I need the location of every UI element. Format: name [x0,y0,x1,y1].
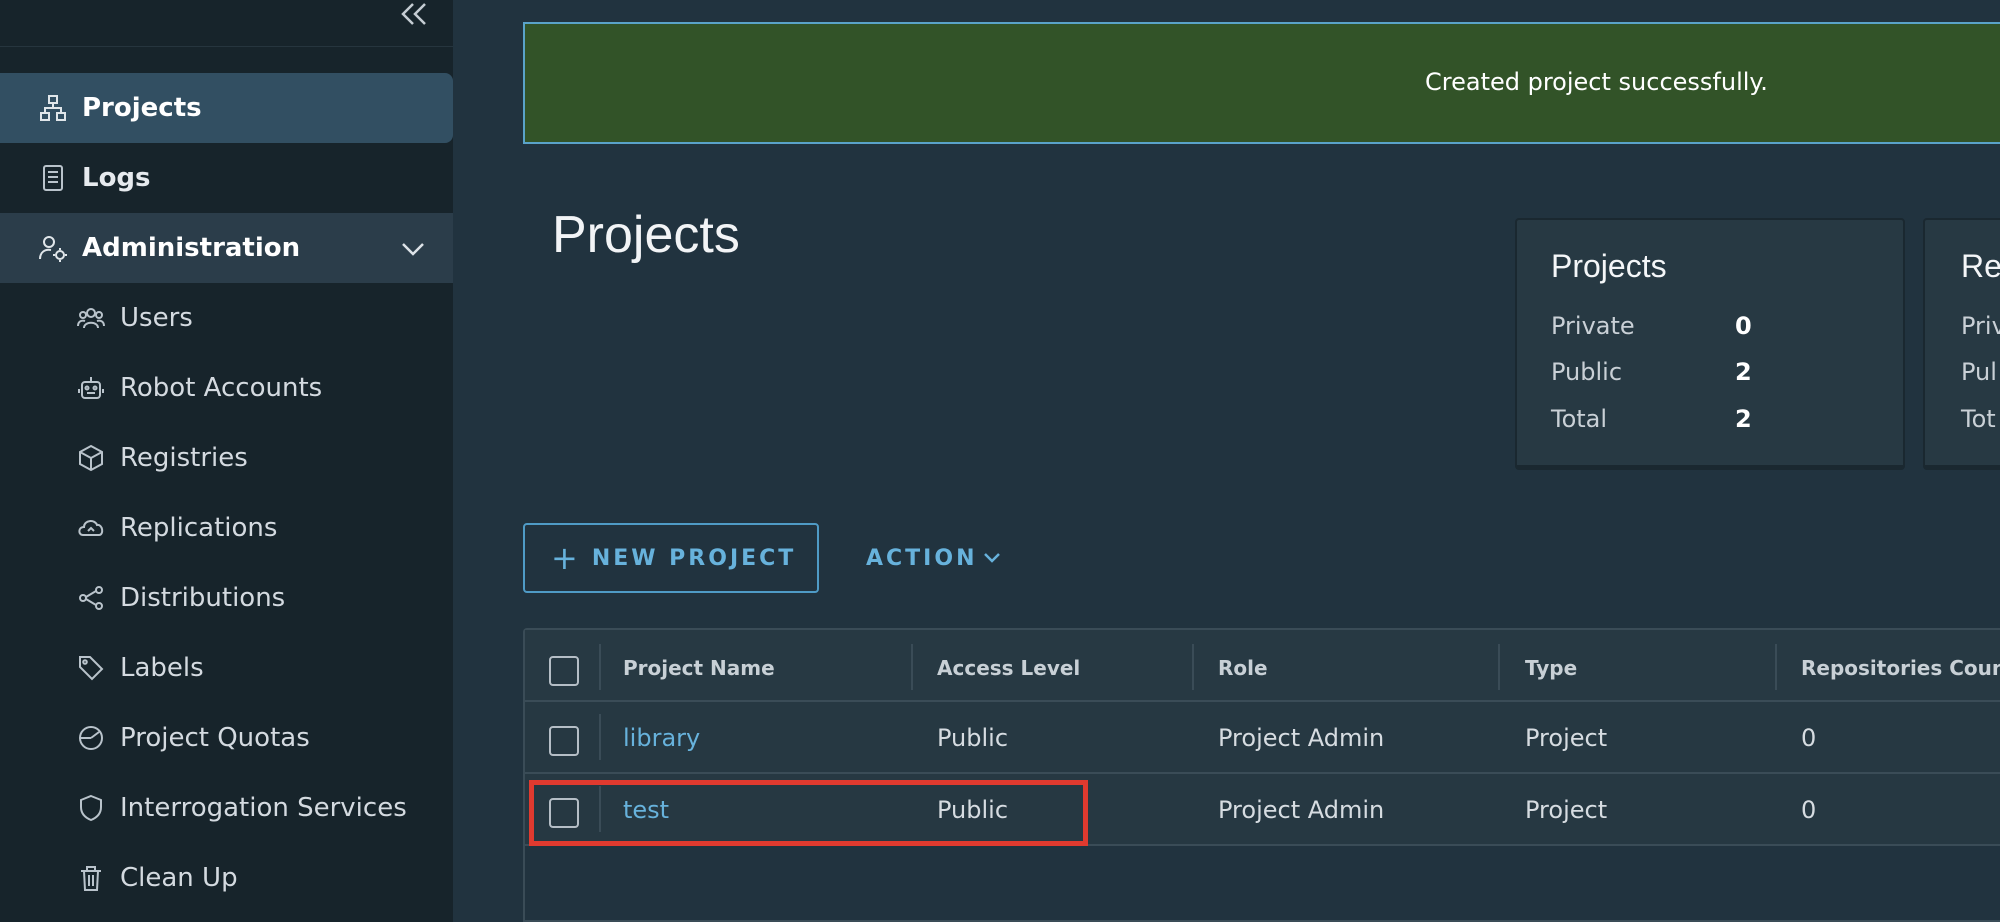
card-row-value: 2 [1735,358,1752,386]
access-level-cell: Public [937,724,1009,752]
new-project-button[interactable]: + NEW PROJECT [523,523,819,593]
sidebar-item-distributions[interactable]: Distributions [0,563,453,633]
card-title: Projects [1551,248,1667,284]
card-row-value: 0 [1735,312,1752,340]
sidebar-item-replications[interactable]: Replications [0,493,453,563]
distributions-icon [74,581,108,615]
sidebar-item-label: Interrogation Services [120,793,407,823]
type-cell: Project [1525,724,1608,752]
role-cell: Project Admin [1218,724,1385,752]
column-header-access-level[interactable]: Access Level [937,656,1080,680]
sidebar-item-label: Distributions [120,583,286,613]
sidebar-item-label: Labels [120,653,204,683]
table-header: Project Name Access Level Role Type Repo… [525,630,2000,702]
logs-icon [36,161,70,195]
collapse-sidebar-button[interactable] [395,0,431,30]
column-divider [599,714,601,760]
repositories-count-cell: 0 [1801,796,1817,824]
projects-datagrid: Project Name Access Level Role Type Repo… [523,628,2000,922]
column-divider [599,644,601,690]
card-row-label: Priv [1961,312,2000,340]
repositories-count-cell: 0 [1801,724,1817,752]
row-checkbox[interactable] [549,726,579,756]
column-header-project-name[interactable]: Project Name [623,656,775,680]
projects-icon [36,91,70,125]
new-project-label: NEW PROJECT [591,545,797,571]
success-alert: Created project successfully. [523,22,2000,144]
card-row-label: Total [1551,405,1608,433]
projects-summary-card: Projects Private 0 Public 2 Total 2 [1515,218,1905,470]
replications-icon [74,511,108,545]
column-header-type[interactable]: Type [1525,656,1577,680]
shield-icon [74,791,108,825]
card-row-label: Pul [1961,358,1997,386]
action-label: ACTION [866,545,978,571]
column-divider[interactable] [1192,644,1194,690]
sidebar-item-users[interactable]: Users [0,283,453,353]
page-title: Projects [552,206,740,264]
sidebar-item-label: Logs [82,163,151,193]
select-all-checkbox[interactable] [549,656,579,686]
sidebar-item-label: Users [120,303,193,333]
sidebar-item-label: Projects [82,93,202,123]
robot-icon [74,371,108,405]
column-header-repositories-count[interactable]: Repositories Coun [1801,656,2000,680]
column-header-role[interactable]: Role [1218,656,1268,680]
sidebar-item-label: Registries [120,443,248,473]
card-row-label: Tot [1961,405,1996,433]
card-row-label: Public [1551,358,1623,386]
double-chevron-left-icon [401,3,426,25]
column-divider[interactable] [1498,644,1500,690]
plus-icon: + [551,539,578,577]
sidebar-item-label: Clean Up [120,863,238,893]
sidebar-item-administration[interactable]: Administration [0,213,453,283]
sidebar: Projects Logs Administration Users Robot… [0,0,453,922]
column-divider[interactable] [1775,644,1777,690]
sidebar-item-project-quotas[interactable]: Project Quotas [0,703,453,773]
repositories-summary-card: Re Priv Pul Tot [1923,218,2000,470]
column-divider[interactable] [911,644,913,690]
highlight-box [529,780,1088,846]
sidebar-item-clean-up[interactable]: Clean Up [0,843,453,913]
card-row-value: 2 [1735,405,1752,433]
sidebar-item-label: Robot Accounts [120,373,323,403]
type-cell: Project [1525,796,1608,824]
sidebar-item-label: Replications [120,513,278,543]
chevron-down-icon [399,235,427,263]
sidebar-item-interrogation-services[interactable]: Interrogation Services [0,773,453,843]
administration-icon [36,231,70,265]
sidebar-item-projects[interactable]: Projects [0,73,453,143]
sidebar-item-labels[interactable]: Labels [0,633,453,703]
table-row: library Public Project Admin Project 0 [525,702,2000,774]
sidebar-item-robot-accounts[interactable]: Robot Accounts [0,353,453,423]
sidebar-item-registries[interactable]: Registries [0,423,453,493]
labels-icon [74,651,108,685]
sidebar-item-logs[interactable]: Logs [0,143,453,213]
card-row-label: Private [1551,312,1635,340]
users-icon [74,301,108,335]
quotas-icon [74,721,108,755]
role-cell: Project Admin [1218,796,1385,824]
alert-message: Created project successfully. [1425,68,1768,96]
action-dropdown[interactable]: ACTION [866,540,1003,576]
registries-icon [74,441,108,475]
sidebar-item-label: Project Quotas [120,723,310,753]
sidebar-item-label: Administration [82,233,301,263]
card-title: Re [1961,248,2000,284]
sidebar-divider [0,46,453,47]
trash-icon [74,861,108,895]
chevron-down-icon [984,553,1001,563]
project-name-link[interactable]: library [623,724,700,752]
